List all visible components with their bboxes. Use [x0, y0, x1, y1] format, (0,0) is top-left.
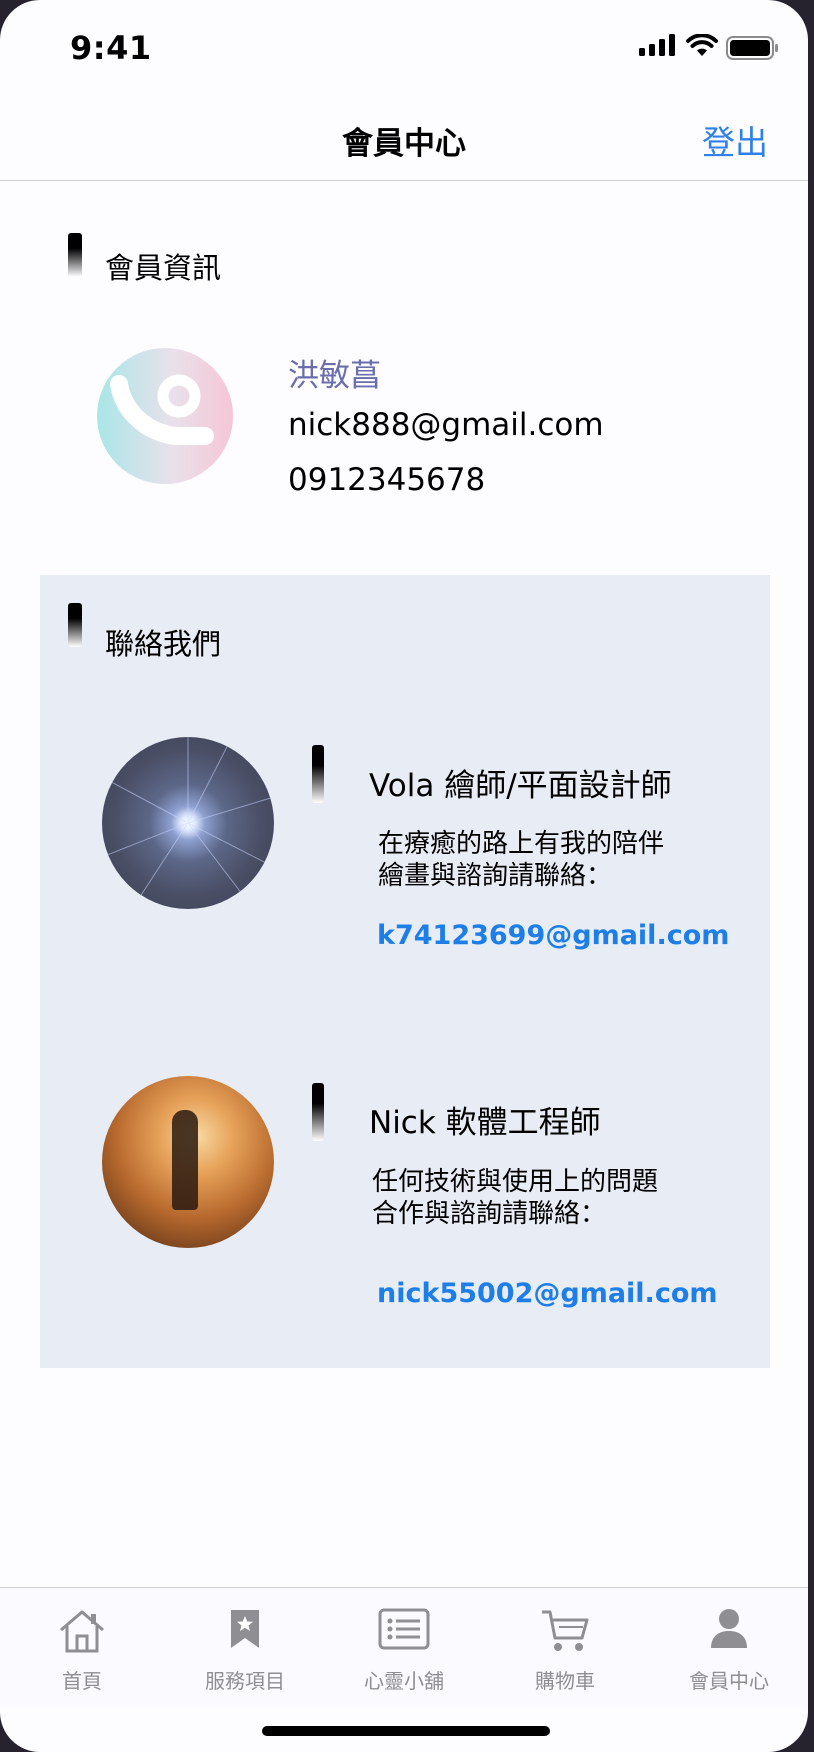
navigation-bar: 會員中心 登出: [0, 100, 808, 181]
section-marker: [68, 603, 82, 647]
device-screen: 9:41 會員中心 登出 會員資訊 洪敏菖 nick888@gmail.com: [0, 0, 808, 1752]
light-burst-decoration: [102, 737, 274, 909]
tab-member[interactable]: 會員中心: [654, 1588, 804, 1708]
status-time: 9:41: [70, 29, 152, 67]
wifi-icon: [686, 34, 718, 56]
silhouette-decoration: [172, 1110, 198, 1210]
member-phone: 0912345678: [288, 462, 486, 498]
bookmark-star-icon: [231, 1610, 259, 1648]
tab-label-member: 會員中心: [689, 1669, 769, 1693]
tab-services[interactable]: 服務項目: [170, 1588, 320, 1708]
cellular-signal-icon: [639, 34, 675, 56]
home-icon: [60, 1610, 104, 1653]
contact-marker: [312, 1083, 324, 1141]
list-icon: [378, 1608, 430, 1650]
page-title: 會員中心: [342, 126, 466, 162]
member-email: nick888@gmail.com: [288, 407, 604, 443]
tab-bar: 首頁 服務項目 心靈小舖 購物車 會員中心: [0, 1587, 808, 1708]
cart-icon: [542, 1610, 589, 1651]
contact-us-title: 聯絡我們: [105, 627, 222, 661]
logout-button[interactable]: 登出: [702, 116, 768, 164]
contact-name-nick: Nick 軟體工程師: [369, 1105, 601, 1141]
contact-marker: [312, 745, 324, 803]
section-marker: [68, 233, 82, 277]
tab-shop[interactable]: 心靈小舖: [329, 1588, 479, 1708]
contact-name-vola: Vola 繪師/平面設計師: [369, 768, 672, 804]
contact-email-vola-link[interactable]: k74123699@gmail.com: [377, 920, 729, 951]
tab-label-cart: 購物車: [535, 1669, 595, 1693]
tab-label-home: 首頁: [62, 1669, 102, 1693]
contact-email-nick-link[interactable]: nick55002@gmail.com: [377, 1278, 718, 1309]
contact-desc-nick-line1: 任何技術與使用上的問題: [372, 1167, 659, 1197]
contact-panel: [40, 575, 770, 1368]
person-placeholder-icon: [110, 374, 214, 445]
tab-label-services: 服務項目: [205, 1669, 285, 1693]
tab-label-shop: 心靈小舖: [364, 1669, 444, 1693]
contact-desc-vola-line2: 繪畫與諮詢請聯絡：: [378, 861, 613, 891]
member-info-title: 會員資訊: [105, 251, 222, 285]
home-indicator[interactable]: [262, 1726, 550, 1736]
tab-home[interactable]: 首頁: [7, 1588, 157, 1708]
member-name: 洪敏菖: [288, 358, 381, 394]
member-avatar: [97, 348, 233, 484]
contact-avatar-vola: [102, 737, 274, 909]
status-bar: 9:41: [0, 0, 808, 100]
contact-avatar-nick: [102, 1076, 274, 1248]
tab-cart[interactable]: 購物車: [490, 1588, 640, 1708]
contact-desc-vola-line1: 在療癒的路上有我的陪伴: [378, 829, 665, 859]
person-icon: [711, 1609, 747, 1648]
battery-icon: [726, 36, 778, 60]
contact-desc-nick-line2: 合作與諮詢請聯絡：: [372, 1199, 607, 1229]
